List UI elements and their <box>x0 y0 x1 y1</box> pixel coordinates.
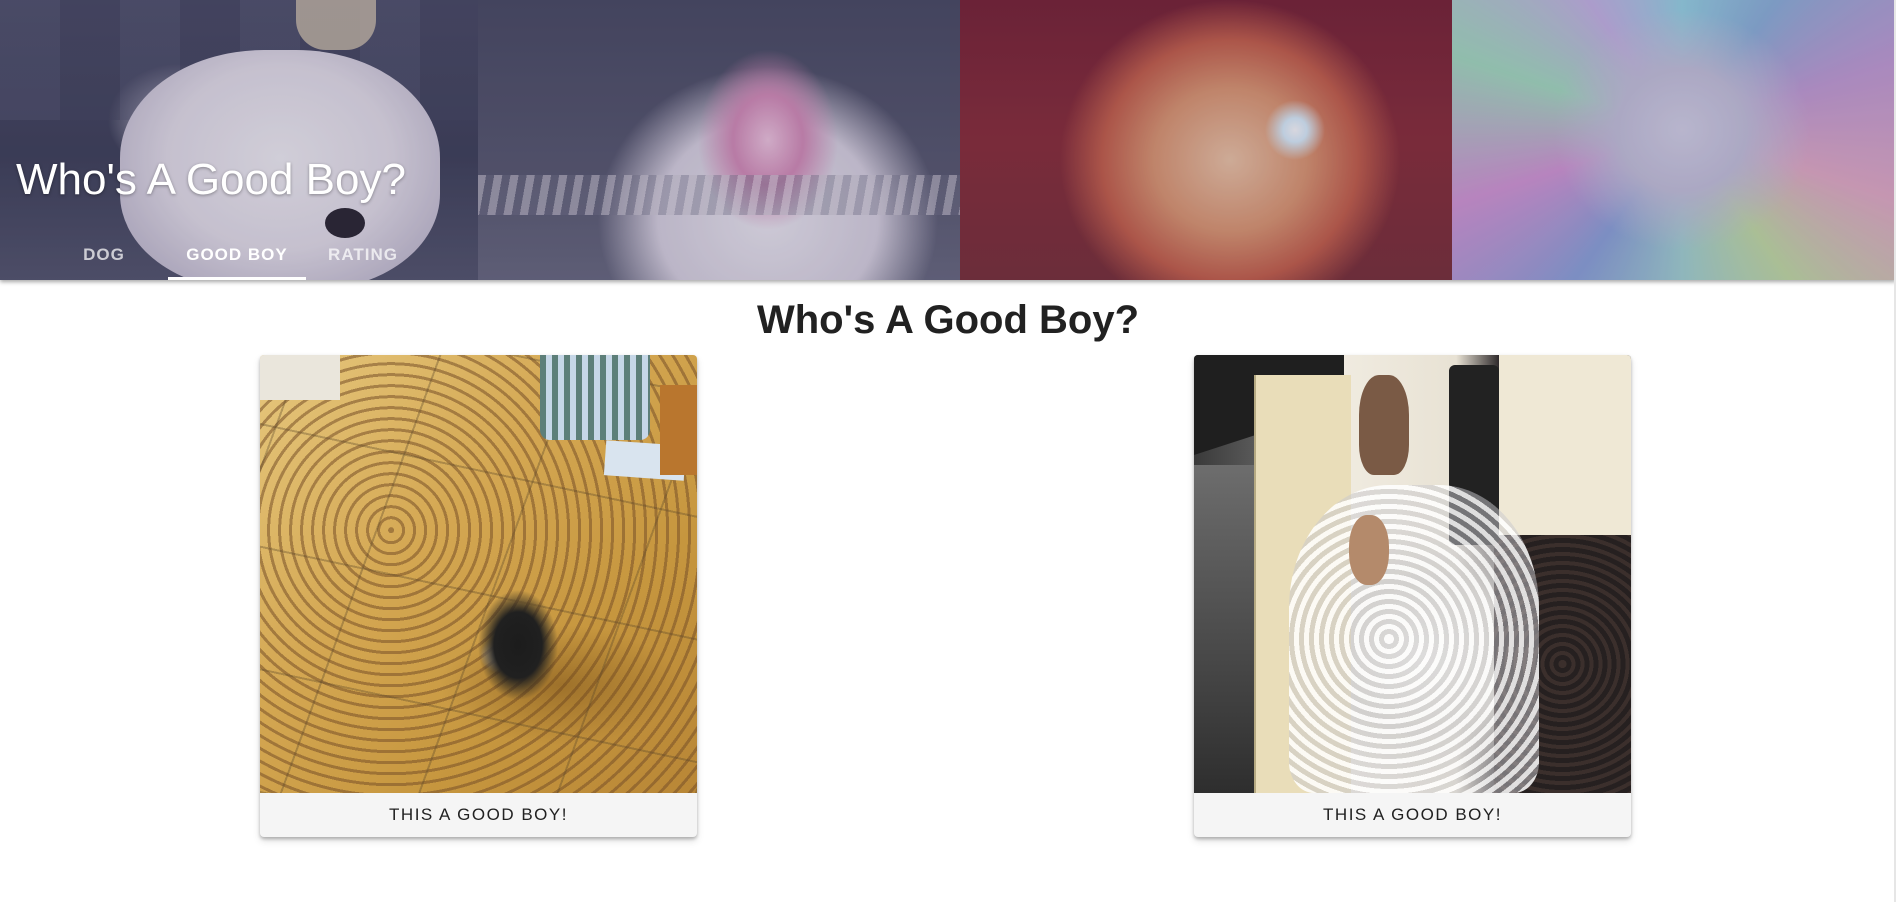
app-title: Who's A Good Boy? <box>16 155 406 204</box>
dog-card: THIS A GOOD BOY! <box>1194 355 1631 837</box>
tab-rating[interactable]: RATING <box>306 230 420 280</box>
tab-good-boy-label: GOOD BOY <box>186 245 288 264</box>
tab-dog[interactable]: DOG <box>40 230 168 280</box>
tab-good-boy[interactable]: GOOD BOY <box>168 230 306 280</box>
dog-photo <box>1194 355 1631 793</box>
tab-bar: DOG GOOD BOY RATING <box>40 230 420 280</box>
active-tab-indicator <box>168 277 306 280</box>
app-header: Who's A Good Boy? DOG GOOD BOY RATING <box>0 0 1896 280</box>
page-heading: Who's A Good Boy? <box>756 298 1140 342</box>
dog-photo <box>260 355 697 793</box>
dog-card: THIS A GOOD BOY! <box>260 355 697 837</box>
good-boy-button[interactable]: THIS A GOOD BOY! <box>1194 793 1631 837</box>
good-boy-button[interactable]: THIS A GOOD BOY! <box>260 793 697 837</box>
